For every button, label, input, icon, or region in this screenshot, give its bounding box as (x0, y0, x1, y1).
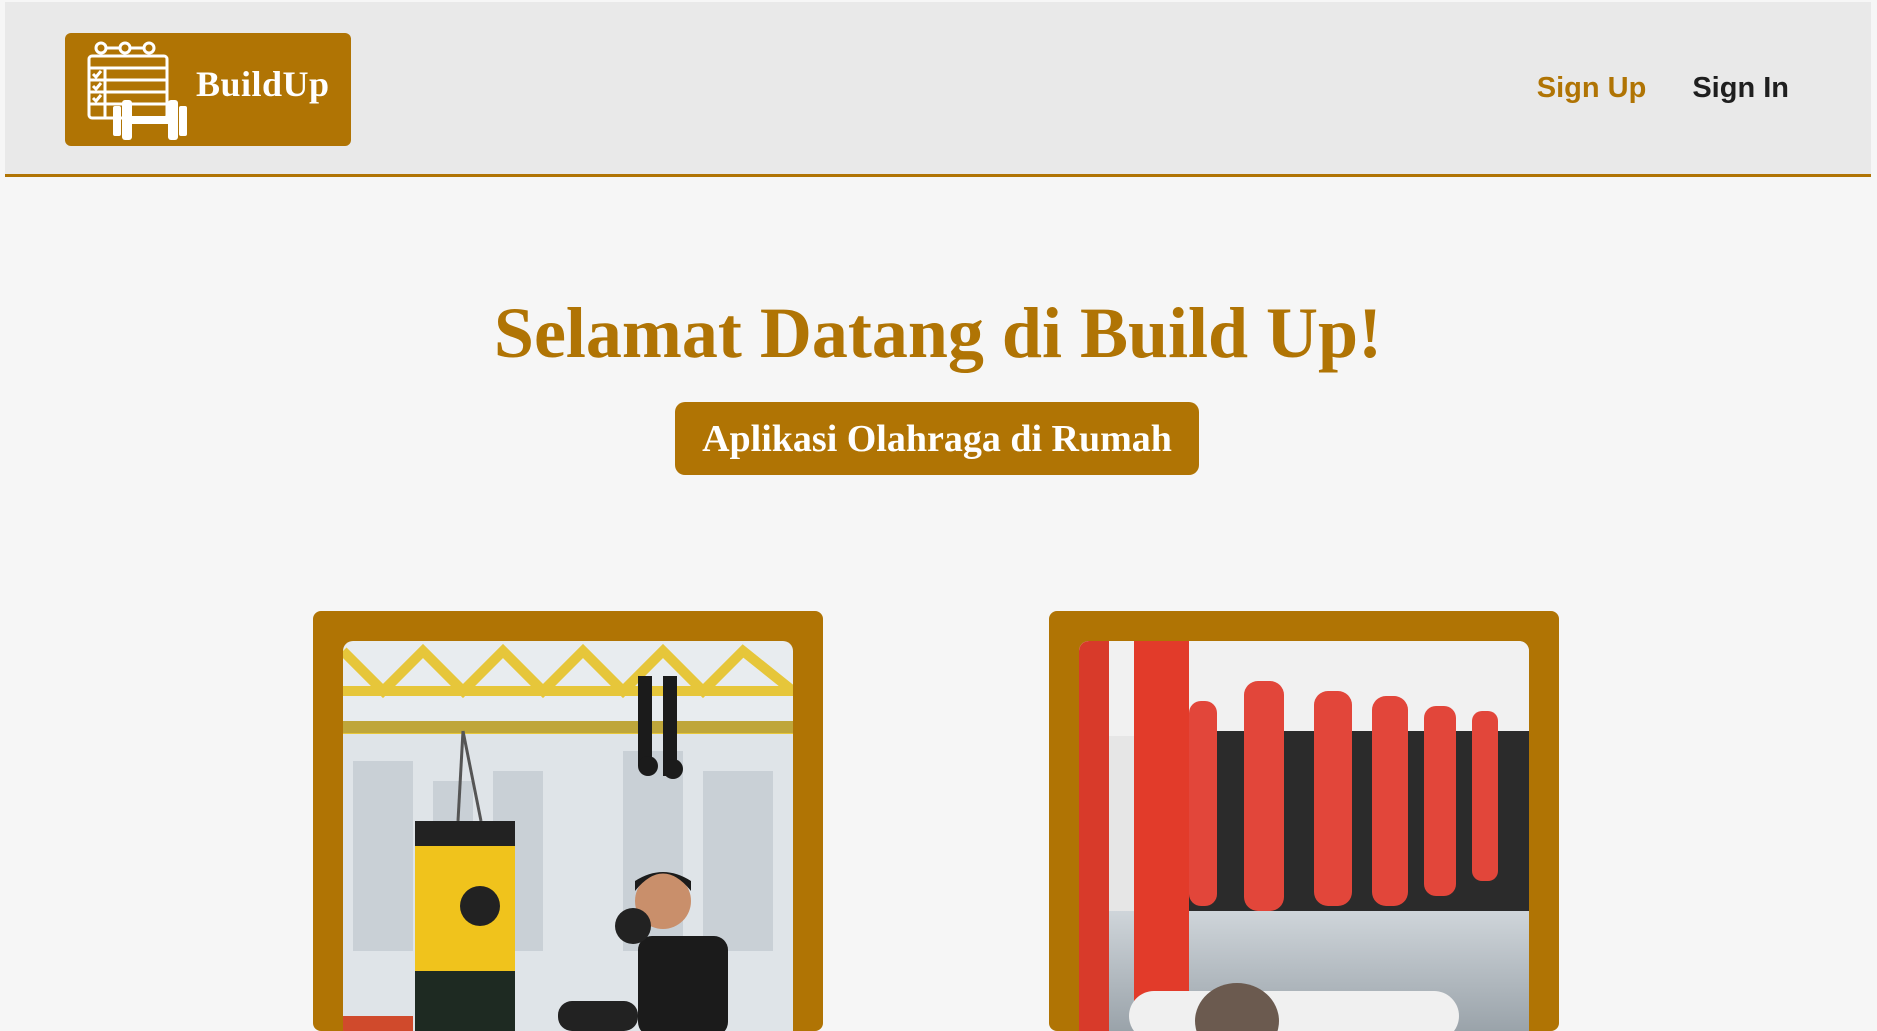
auth-nav: Sign Up Sign In (1537, 72, 1789, 105)
hero-title: Selamat Datang di Build Up! (493, 293, 1383, 373)
hero-subtitle-badge: Aplikasi Olahraga di Rumah (675, 402, 1199, 475)
top-navbar: BuildUp Sign Up Sign In (5, 2, 1871, 177)
brand-logo[interactable]: BuildUp (65, 33, 351, 146)
calendar-dumbbell-icon (87, 41, 187, 140)
gym-photo (1079, 641, 1529, 1031)
sign-up-link[interactable]: Sign Up (1537, 72, 1647, 105)
page: BuildUp Sign Up Sign In Selamat Datang d… (5, 2, 1871, 1031)
feature-card-boxing[interactable] (313, 611, 823, 1031)
sign-in-link[interactable]: Sign In (1692, 72, 1789, 105)
feature-card-gym[interactable] (1049, 611, 1559, 1031)
brand-name: BuildUp (196, 64, 330, 104)
boxing-photo (343, 641, 793, 1031)
